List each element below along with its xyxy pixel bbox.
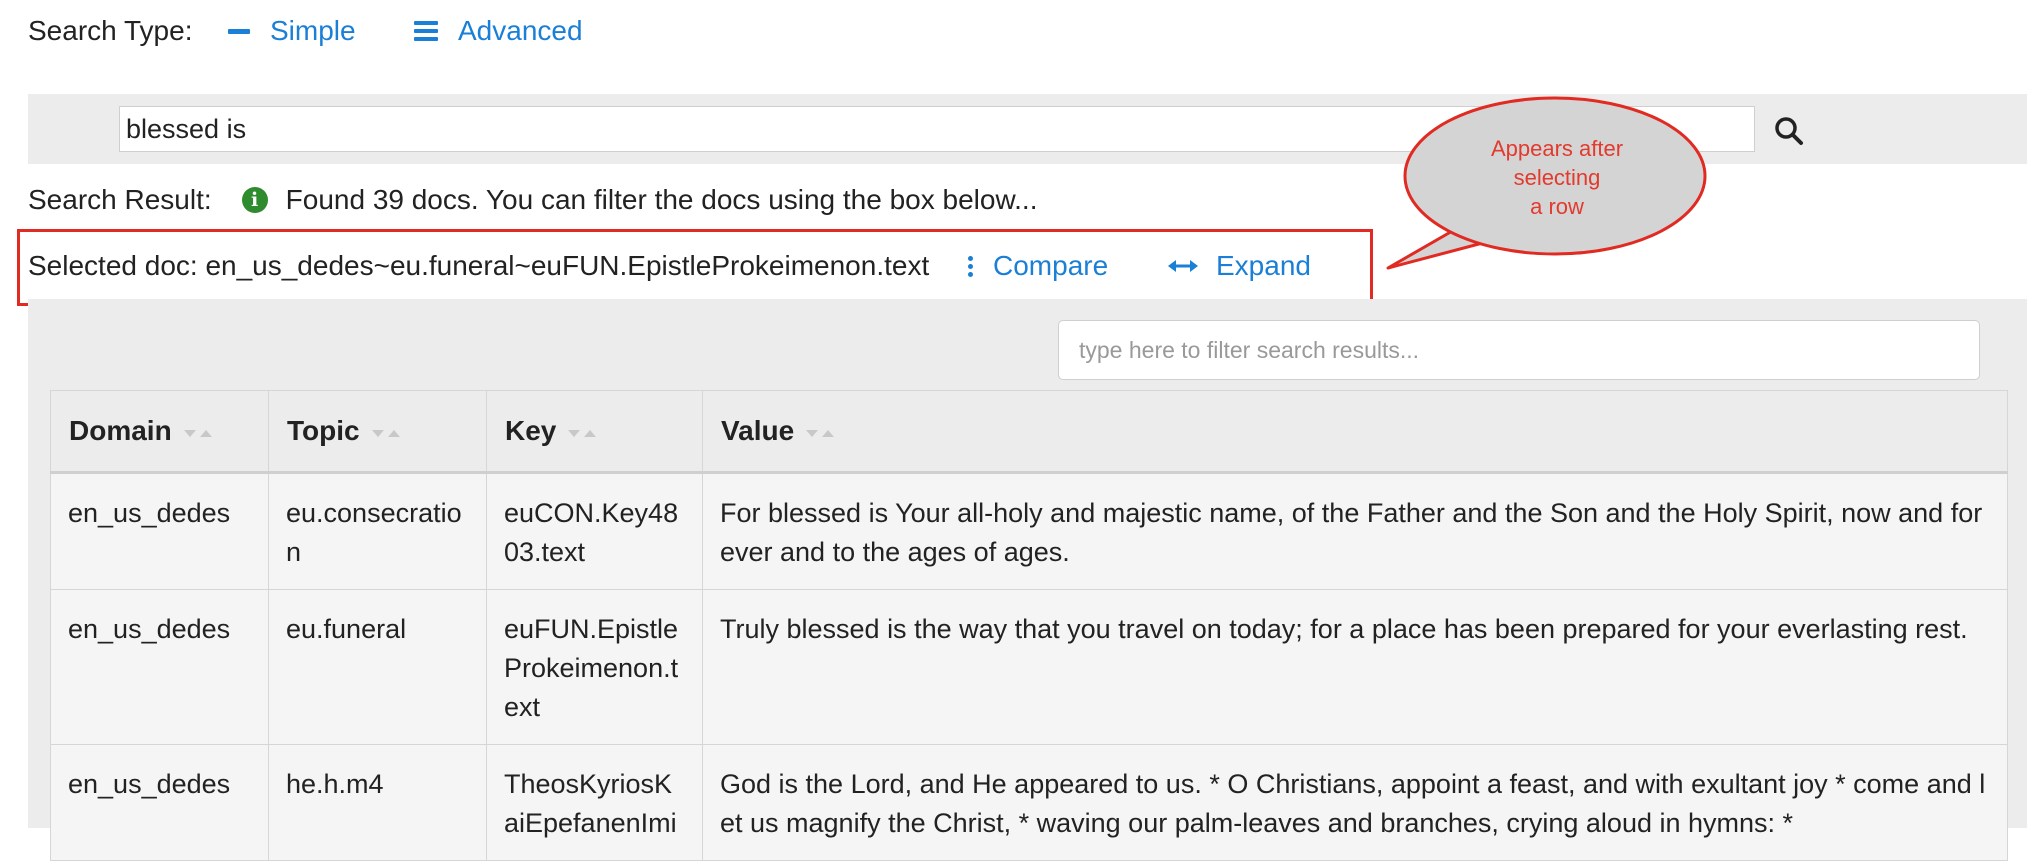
search-type-label: Search Type: [28, 15, 193, 46]
column-header-value[interactable]: Value [702, 390, 2008, 474]
search-icon [1775, 117, 1803, 145]
results-table: Domain Topic Key Value en_us_dedes eu.co… [50, 390, 2008, 861]
cell-key: euCON.Key4803.text [486, 472, 703, 590]
cell-domain: en_us_dedes [50, 472, 269, 590]
filter-input[interactable] [1058, 320, 1980, 380]
column-header-label: Topic [287, 415, 360, 446]
column-header-topic[interactable]: Topic [268, 390, 487, 474]
minus-icon [228, 28, 250, 34]
cell-domain: en_us_dedes [50, 744, 269, 861]
search-result-label: Search Result: [28, 184, 212, 215]
callout-line: a row [1530, 194, 1584, 219]
cell-topic: eu.funeral [268, 589, 487, 745]
advanced-option-label: Advanced [458, 15, 583, 46]
table-row[interactable]: en_us_dedes eu.consecration euCON.Key480… [50, 472, 2008, 590]
callout-line: Appears after [1490, 136, 1624, 161]
callout-text: Appears after selecting a row [1422, 134, 1692, 221]
column-header-label: Key [505, 415, 557, 446]
search-result-row: Search Result: i Found 39 docs. You can … [28, 181, 1037, 219]
cell-key: euFUN.EpistleProkeimenon.text [486, 589, 703, 745]
column-header-key[interactable]: Key [486, 390, 703, 474]
cell-key: TheosKyriosKaiEpefanenImi [486, 744, 703, 861]
table-row[interactable]: en_us_dedes eu.funeral euFUN.EpistleProk… [50, 589, 2008, 745]
column-header-label: Domain [69, 415, 172, 446]
table-header-row: Domain Topic Key Value [50, 390, 2008, 474]
sort-icon [806, 427, 838, 439]
sort-icon [371, 427, 404, 439]
cell-value: God is the Lord, and He appeared to us. … [702, 744, 2008, 861]
simple-option[interactable]: Simple [228, 12, 356, 50]
expand-button[interactable]: Expand [1168, 247, 1311, 285]
cell-domain: en_us_dedes [50, 589, 269, 745]
info-icon: i [241, 187, 268, 213]
sort-icon [568, 427, 600, 439]
column-header-domain[interactable]: Domain [50, 390, 269, 474]
expand-label: Expand [1216, 250, 1311, 281]
cell-value: For blessed is Your all-holy and majesti… [702, 472, 2008, 590]
column-header-label: Value [721, 415, 795, 446]
search-result-message: Found 39 docs. You can filter the docs u… [285, 184, 1038, 215]
simple-option-label: Simple [270, 15, 356, 46]
sort-icon [183, 427, 216, 439]
cell-topic: eu.consecration [268, 472, 487, 590]
table-row[interactable]: en_us_dedes he.h.m4 TheosKyriosKaiEpefan… [50, 744, 2008, 861]
bars-icon [414, 17, 438, 45]
horizontal-arrows-icon [1168, 260, 1198, 272]
cell-topic: he.h.m4 [268, 744, 487, 861]
advanced-option[interactable]: Advanced [414, 12, 583, 50]
compare-button[interactable]: Compare [968, 247, 1108, 285]
cell-value: Truly blessed is the way that you travel… [702, 589, 2008, 745]
vertical-dots-icon [968, 253, 973, 280]
search-button[interactable] [1772, 114, 1806, 148]
callout-line: selecting [1513, 165, 1601, 190]
compare-label: Compare [993, 250, 1109, 281]
selected-doc-text: Selected doc: en_us_dedes~eu.funeral~euF… [28, 250, 930, 281]
